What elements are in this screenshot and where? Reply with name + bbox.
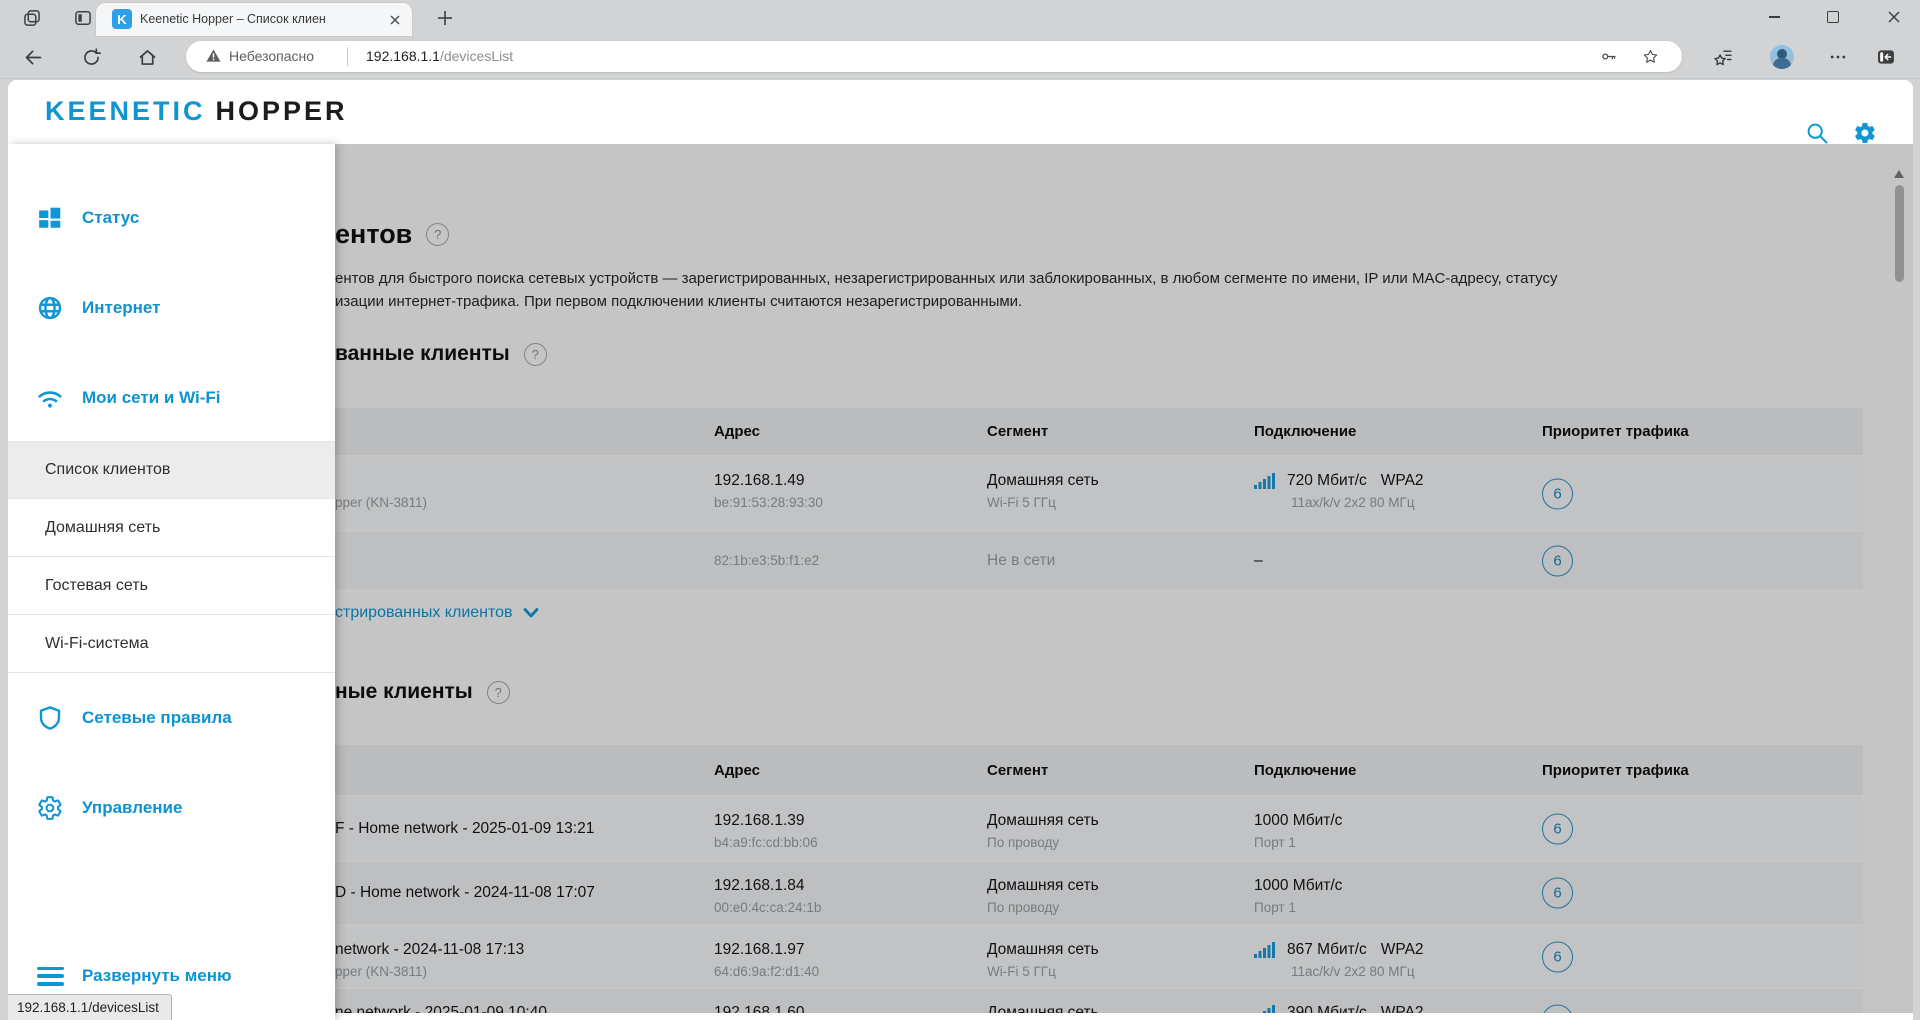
address-bar[interactable]: Небезопасно 192.168.1.1/devicesList: [186, 41, 1682, 72]
window-restore-button[interactable]: [1810, 0, 1856, 34]
sidebar-item-client-list[interactable]: Список клиентов: [8, 441, 335, 499]
wifi-icon: [37, 385, 63, 411]
back-icon[interactable]: [23, 47, 44, 68]
favorites-hub-icon[interactable]: [1713, 47, 1733, 67]
sidebar-item-wifi-system[interactable]: Wi-Fi-система: [8, 615, 335, 673]
tab-title: Keenetic Hopper – Список клиен: [140, 12, 378, 26]
profile-avatar[interactable]: [1770, 45, 1794, 69]
sidebar-item-internet[interactable]: Интернет: [8, 263, 335, 353]
url-text[interactable]: 192.168.1.1/devicesList: [366, 48, 513, 64]
url-host: 192.168.1.1: [366, 48, 440, 64]
browser-window: K Keenetic Hopper – Список клиен Небезоп…: [0, 0, 1920, 1020]
hamburger-icon: [37, 967, 64, 986]
keenetic-favicon: K: [112, 9, 132, 29]
browser-tab[interactable]: K Keenetic Hopper – Список клиен: [96, 3, 412, 36]
sidebar-item-network-rules[interactable]: Сетевые правила: [8, 673, 335, 763]
address-separator: [347, 47, 348, 66]
tab-actions-icon[interactable]: [73, 8, 93, 28]
wifi-submenu: Список клиентов Домашняя сеть Гостевая с…: [8, 441, 335, 673]
sidebar-item-my-networks-wifi[interactable]: Мои сети и Wi-Fi: [8, 353, 335, 443]
password-key-icon[interactable]: [1600, 48, 1617, 65]
settings-menu-dots-icon[interactable]: [1828, 47, 1848, 67]
globe-icon: [37, 295, 63, 321]
gear-outline-icon: [37, 795, 63, 821]
sidebar-item-management[interactable]: Управление: [8, 763, 335, 853]
security-label[interactable]: Небезопасно: [229, 48, 314, 64]
status-bar-url-tooltip: 192.168.1.1/devicesList: [8, 994, 172, 1020]
tab-strip: K Keenetic Hopper – Список клиен: [0, 0, 1920, 36]
not-secure-warning-icon: [206, 49, 221, 63]
workspaces-icon[interactable]: [22, 8, 42, 28]
url-path: /devicesList: [440, 48, 513, 64]
sidebar-item-guest-network[interactable]: Гостевая сеть: [8, 557, 335, 615]
gear-icon[interactable]: [1853, 121, 1877, 145]
new-tab-icon[interactable]: [436, 9, 454, 27]
refresh-icon[interactable]: [81, 47, 102, 68]
sidebar-item-status[interactable]: Статус: [8, 173, 335, 263]
sidebar-menu: Статус Интернет Мои сети и Wi-Fi Список …: [8, 144, 335, 1020]
page-scrollbar[interactable]: [1890, 144, 1910, 1020]
logo-hopper-text: HOPPER: [216, 96, 348, 126]
window-close-button[interactable]: [1871, 0, 1917, 34]
favorite-star-icon[interactable]: [1642, 48, 1659, 65]
shield-icon: [37, 705, 63, 731]
sidebar-item-home-network[interactable]: Домашняя сеть: [8, 499, 335, 557]
web-content-area: KEENETICHOPPER ентов ? ентов для быстрог…: [8, 80, 1913, 1020]
dashboard-grid-icon: [37, 205, 63, 231]
sidebar-toggle-icon[interactable]: [1876, 47, 1896, 67]
scrollbar-up-arrow[interactable]: [1894, 170, 1904, 178]
keenetic-app-header: KEENETIC HOPPER: [8, 80, 1913, 144]
window-minimize-button[interactable]: [1751, 0, 1797, 34]
search-icon[interactable]: [1805, 121, 1829, 145]
home-icon[interactable]: [137, 47, 158, 68]
keenetic-logo: KEENETIC HOPPER: [45, 96, 348, 127]
logo-keenetic-text: KEENETIC: [45, 96, 206, 126]
scrollbar-thumb[interactable]: [1895, 185, 1904, 282]
tab-close-icon[interactable]: [388, 13, 402, 27]
